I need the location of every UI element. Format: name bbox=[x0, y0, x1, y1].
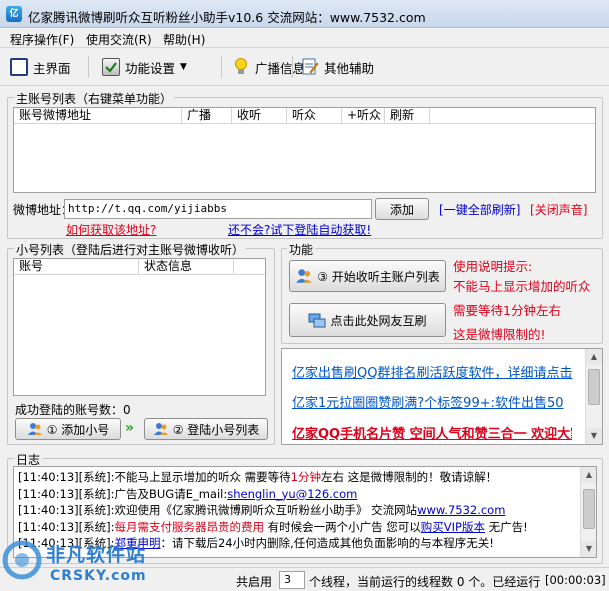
ad-link-circle-likes[interactable]: 亿家1元拉圈圈赞刷满?个标签99+:软件出售50 bbox=[292, 392, 564, 411]
log-scrollbar[interactable]: ▲ ▼ bbox=[580, 467, 596, 557]
log-line: [11:40:13][系统]:广告及BUG请E_mail:shenglin_yu… bbox=[18, 486, 358, 501]
friends-mutual-button[interactable]: 点击此处网友互刷 bbox=[289, 303, 446, 337]
log-scroll-thumb[interactable] bbox=[583, 489, 595, 529]
network-computer-icon bbox=[308, 311, 326, 329]
sub-account-group-title: 小号列表（登陆后进行对主账号微博收听） bbox=[14, 241, 247, 258]
user-group-icon bbox=[153, 421, 169, 437]
toolbar: 主界面 功能设置 ▼ 广播信息 其他辅助 bbox=[0, 48, 609, 86]
login-sub-accounts-button[interactable]: ② 登陆小号列表 bbox=[144, 418, 268, 440]
help-title: 使用说明提示: bbox=[453, 259, 533, 274]
sub-account-list[interactable]: 账号 状态信息 bbox=[13, 258, 266, 396]
settings-check-icon bbox=[102, 58, 120, 76]
auto-login-get-link[interactable]: 还不会?试下登陆自动获取! bbox=[228, 221, 371, 238]
menu-bar: 程序操作(F) 使用交流(R) 帮助(H) bbox=[0, 28, 609, 48]
scroll-down-icon[interactable]: ▼ bbox=[586, 428, 602, 444]
function-group-title: 功能 bbox=[287, 241, 316, 258]
col-broadcast[interactable]: 广播 bbox=[182, 108, 232, 123]
col-status[interactable]: 状态信息 bbox=[139, 259, 234, 274]
sub-account-list-header: 账号 状态信息 bbox=[14, 259, 265, 275]
elapsed-time: [00:00:03] bbox=[545, 573, 606, 587]
col-followers[interactable]: 听众 bbox=[287, 108, 342, 123]
watermark-en: CRSKY.com bbox=[50, 568, 147, 584]
col-refresh[interactable]: 刷新 bbox=[385, 108, 430, 123]
lightbulb-icon bbox=[232, 57, 250, 77]
log-line: [11:40:13][系统]:欢迎使用《亿家腾讯微博刷听众互听粉丝小助手》 交流… bbox=[18, 503, 506, 517]
menu-help[interactable]: 帮助(H) bbox=[163, 31, 205, 48]
feature-settings-button[interactable]: 功能设置 ▼ bbox=[102, 56, 187, 78]
threads-prefix: 共启用 bbox=[236, 575, 273, 589]
ad-panel: 亿家出售刷QQ群排名刷活跃度软件，详细请点击 亿家1元拉圈圈赞刷满?个标签99+… bbox=[281, 348, 603, 445]
ad-link-qq-group[interactable]: 亿家出售刷QQ群排名刷活跃度软件，详细请点击 bbox=[292, 362, 572, 381]
help-line-1: 不能马上显示增加的听众 bbox=[453, 279, 591, 294]
thread-count-input[interactable]: 3 bbox=[279, 571, 305, 589]
broadcast-info-button[interactable]: 广播信息 bbox=[232, 56, 305, 78]
success-login-count: 成功登陆的账号数：0 bbox=[15, 403, 131, 417]
scroll-up-icon[interactable]: ▲ bbox=[581, 467, 596, 483]
ad-link-qq-card[interactable]: 亿家QQ手机名片赞 空间人气和赞三合一 欢迎大家下载 bbox=[292, 423, 572, 442]
main-account-list-header: 账号微博地址 广播 收听 听众 +听众 刷新 bbox=[14, 108, 595, 124]
scroll-up-icon[interactable]: ▲ bbox=[586, 349, 602, 365]
main-view-button[interactable]: 主界面 bbox=[10, 56, 71, 78]
menu-program-ops[interactable]: 程序操作(F) bbox=[10, 31, 74, 48]
start-following-button[interactable]: ③ 开始收听主账户列表 bbox=[289, 260, 446, 292]
how-to-get-address-link[interactable]: 如何获取该地址? bbox=[66, 221, 156, 238]
log-line: [11:40:13][系统]:不能马上显示增加的听众 需要等待1分钟左右 这是微… bbox=[18, 470, 498, 484]
col-following[interactable]: 收听 bbox=[232, 108, 287, 123]
main-account-group-title: 主账号列表（右键菜单功能） bbox=[14, 90, 175, 107]
col-plus-followers[interactable]: +听众 bbox=[342, 108, 385, 123]
threads-status-text: 个线程，当前运行的线程数 0 个。已经运行 bbox=[309, 575, 541, 589]
add-sub-account-button[interactable]: ① 添加小号 bbox=[15, 418, 121, 440]
dropdown-arrow-icon[interactable]: ▼ bbox=[180, 62, 187, 72]
add-main-account-button[interactable]: 添加 bbox=[375, 198, 429, 220]
double-arrow-icon: » bbox=[125, 420, 135, 436]
main-account-list[interactable]: 账号微博地址 广播 收听 听众 +听众 刷新 bbox=[13, 107, 596, 193]
ad-scroll-thumb[interactable] bbox=[588, 369, 600, 405]
monitor-icon bbox=[10, 58, 28, 76]
user-group-icon bbox=[295, 267, 313, 285]
other-tools-button[interactable]: 其他辅助 bbox=[301, 56, 374, 78]
mute-sound-link[interactable]: [关闭声音] bbox=[530, 201, 587, 218]
notepad-pencil-icon bbox=[301, 57, 319, 77]
weibo-address-input[interactable]: http://t.qq.com/yijiabbs bbox=[64, 199, 372, 219]
ad-scrollbar[interactable]: ▲ ▼ bbox=[585, 349, 602, 444]
col-weibo-address[interactable]: 账号微博地址 bbox=[14, 108, 182, 123]
window-title: 亿家腾讯微博刷听众互听粉丝小助手v10.6 交流网站：www.7532.com bbox=[28, 10, 426, 25]
watermark-cn: 非凡软件站 bbox=[46, 544, 147, 566]
col-account[interactable]: 账号 bbox=[14, 259, 139, 274]
title-bar[interactable]: 亿 亿家腾讯微博刷听众互听粉丝小助手v10.6 交流网站：www.7532.co… bbox=[0, 0, 609, 28]
help-line-2: 需要等待1分钟左右 bbox=[453, 303, 561, 318]
scroll-down-icon[interactable]: ▼ bbox=[581, 541, 596, 557]
help-line-3: 这是微博限制的! bbox=[453, 327, 546, 342]
refresh-all-link[interactable]: [一键全部刷新] bbox=[439, 201, 520, 218]
user-group-icon bbox=[27, 421, 43, 437]
watermark-logo: 非凡软件站 CRSKY.com bbox=[0, 528, 160, 591]
menu-communication[interactable]: 使用交流(R) bbox=[86, 31, 152, 48]
app-logo-icon: 亿 bbox=[6, 6, 22, 22]
